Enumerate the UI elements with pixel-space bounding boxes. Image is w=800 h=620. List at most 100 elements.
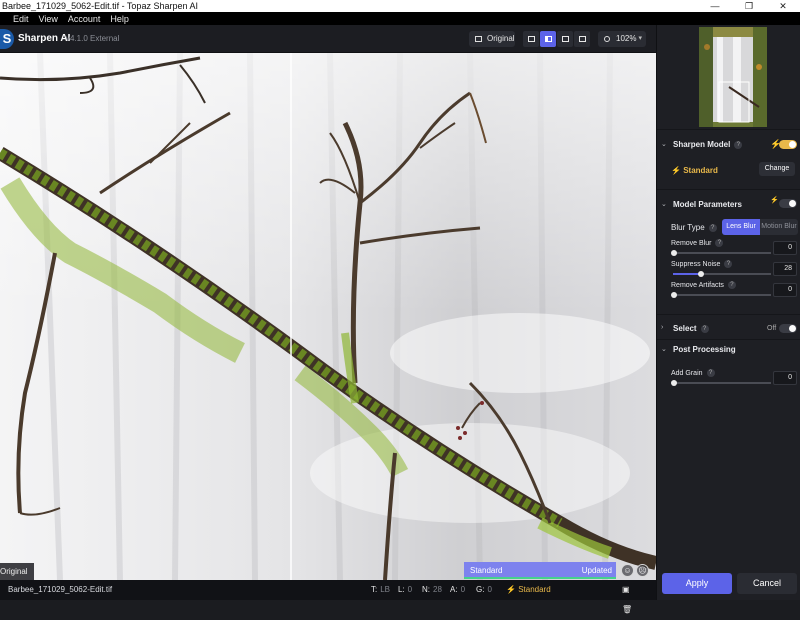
status-actions: ▣🗑 (622, 580, 656, 620)
sad-face-icon[interactable]: ☹ (636, 564, 649, 577)
add-grain-label: Add Grain? (671, 369, 715, 377)
menu-account[interactable]: Account (63, 14, 106, 24)
compare-icon (475, 36, 482, 42)
blur-type-selector: Lens Blur Motion Blur (722, 219, 798, 235)
chevron-down-icon: ▾ (638, 35, 642, 42)
status-bar: Barbee_171029_5062-Edit.tif T: LB L: 0 N: 2… (0, 580, 656, 614)
side-by-side-view-button[interactable] (557, 31, 573, 47)
show-original-button[interactable]: Original (469, 31, 515, 47)
chevron-down-icon[interactable]: ⌄ (661, 140, 667, 148)
help-icon[interactable]: ? (706, 369, 715, 377)
model-parameters-title: Model Parameters (673, 200, 742, 209)
zoom-value: 102% (616, 34, 637, 43)
image-canvas[interactable]: Original Standard Updated ☺ ☹ (0, 53, 656, 580)
suppress-noise-label: Suppress Noise? (671, 260, 733, 268)
motion-blur-option[interactable]: Motion Blur (760, 219, 798, 235)
navigator-thumbnail[interactable] (699, 27, 767, 127)
remove-blur-slider[interactable] (671, 250, 771, 256)
apply-button[interactable]: Apply (662, 573, 732, 594)
close-button[interactable]: ✕ (766, 0, 800, 12)
waterfall-photo (0, 53, 656, 580)
preview-progress (464, 577, 616, 579)
chevron-right-icon[interactable]: › (661, 324, 663, 331)
suppress-noise-slider[interactable] (673, 271, 771, 277)
chevron-down-icon[interactable]: ⌄ (661, 345, 667, 353)
happy-face-icon[interactable]: ☺ (621, 564, 634, 577)
app-name: Sharpen AI (18, 33, 71, 44)
minimize-button[interactable]: — (698, 0, 732, 12)
maximize-button[interactable]: ❐ (732, 0, 766, 12)
sharpen-model-title: Sharpen Model? (673, 140, 743, 149)
lens-blur-option[interactable]: Lens Blur (722, 219, 760, 235)
menu-edit[interactable]: Edit (8, 14, 34, 24)
remove-blur-value[interactable]: 0 (773, 241, 797, 255)
divider (657, 314, 800, 315)
divider (657, 129, 800, 130)
remove-artifacts-label: Remove Artifacts? (671, 281, 736, 289)
auto-icon[interactable]: ⚡ (770, 196, 779, 204)
suppress-noise-value[interactable]: 28 (773, 262, 797, 276)
menu-bar: Edit View Account Help (0, 12, 800, 25)
navigator (657, 25, 800, 129)
single-view-icon (527, 36, 535, 42)
app-version: v4.1.0 External (66, 34, 120, 43)
post-processing-title: Post Processing (673, 345, 736, 354)
trash-icon[interactable]: 🗑 (622, 605, 632, 614)
status-model: ⚡ Standard (506, 585, 551, 594)
slider-handle[interactable] (671, 380, 677, 386)
add-grain-value[interactable]: 0 (773, 371, 797, 385)
camera-icon[interactable]: ▣ (622, 585, 630, 594)
toggle-knob (789, 141, 796, 148)
split-view-button[interactable] (540, 31, 556, 47)
remove-blur-label: Remove Blur? (671, 239, 724, 247)
stat-noise: N: 28 (422, 585, 442, 594)
bolt-icon: ⚡ (671, 166, 681, 175)
window-title: Barbee_171029_5062-Edit.tif - Topaz Shar… (2, 1, 198, 11)
select-state: Off (767, 325, 777, 332)
chevron-down-icon[interactable]: ⌄ (661, 200, 667, 208)
help-icon[interactable]: ? (700, 325, 709, 333)
zoom-dropdown[interactable]: 102% ▾ (598, 31, 646, 47)
cancel-button[interactable]: Cancel (737, 573, 797, 594)
split-view-icon (544, 36, 552, 42)
model-parameters-toggle[interactable] (779, 199, 797, 208)
slider-handle[interactable] (671, 292, 677, 298)
help-icon[interactable]: ? (708, 224, 717, 232)
slider-handle[interactable] (671, 250, 677, 256)
split-divider[interactable] (290, 53, 292, 580)
help-icon[interactable]: ? (727, 281, 736, 289)
menu-view[interactable]: View (34, 14, 63, 24)
slider-handle[interactable] (698, 271, 704, 277)
quad-view-icon (578, 36, 586, 42)
change-model-button[interactable]: Change (759, 162, 795, 176)
stat-grain: G: 0 (476, 585, 492, 594)
preview-status-bar: Standard Updated (464, 562, 616, 579)
help-icon[interactable]: ? (724, 260, 733, 268)
blur-type-label: Blur Type? (671, 223, 717, 232)
menu-help[interactable]: Help (105, 14, 134, 24)
model-name: ⚡ Standard (671, 166, 718, 175)
status-filename: Barbee_171029_5062-Edit.tif (8, 585, 113, 594)
quad-view-button[interactable] (574, 31, 590, 47)
select-toggle[interactable] (779, 324, 797, 333)
view-mode-group (523, 31, 590, 47)
settings-panel: ⌄ Sharpen Model? ⚡ ⚡ Standard Change ⌄ M… (656, 25, 800, 600)
remove-artifacts-slider[interactable] (671, 292, 771, 298)
zoom-icon (604, 36, 610, 42)
toggle-knob (789, 200, 796, 207)
help-icon[interactable]: ? (734, 141, 743, 149)
select-title: Select? (673, 324, 709, 333)
toggle-knob (789, 325, 796, 332)
help-icon[interactable]: ? (715, 239, 724, 247)
sharpen-model-toggle[interactable] (779, 140, 797, 149)
remove-artifacts-value[interactable]: 0 (773, 283, 797, 297)
app-logo: S (0, 29, 14, 49)
stat-blur: L: 0 (398, 585, 413, 594)
add-grain-slider[interactable] (671, 380, 771, 386)
single-view-button[interactable] (523, 31, 539, 47)
stat-type: T: LB (371, 585, 391, 594)
divider (657, 189, 800, 190)
show-original-label: Original (487, 34, 515, 43)
stat-artifacts: A: 0 (450, 585, 466, 594)
side-by-side-icon (561, 36, 569, 42)
